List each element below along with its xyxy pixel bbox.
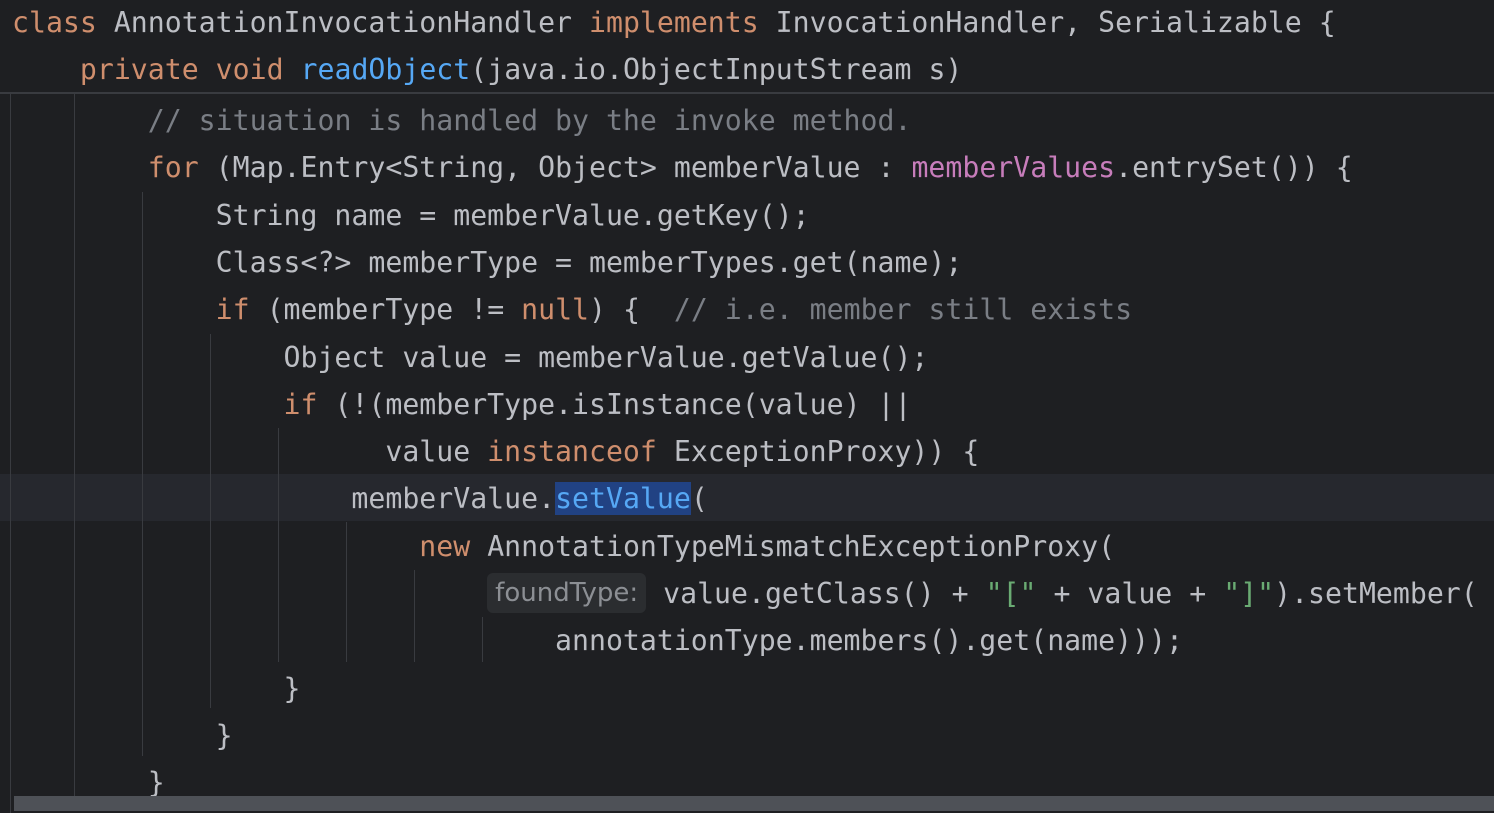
code-line[interactable]: class AnnotationInvocationHandler implem… xyxy=(12,0,1336,46)
code-token: String name = memberValue.getKey(); xyxy=(12,198,810,232)
code-comment: // situation is handled by the invoke me… xyxy=(147,104,912,137)
code-token: InvocationHandler, Serializable { xyxy=(758,6,1336,39)
code-token: } xyxy=(12,718,233,752)
code-token: Class<?> memberType = memberTypes.get(na… xyxy=(12,245,963,279)
code-token: } xyxy=(12,766,165,800)
code-token: value.getClass() + xyxy=(646,577,986,610)
code-line[interactable]: } xyxy=(12,665,301,712)
code-token: memberValue. xyxy=(12,482,556,516)
code-token: ( xyxy=(690,482,708,516)
gutter-separator xyxy=(10,93,11,813)
code-line[interactable]: // situation is handled by the invoke me… xyxy=(12,97,912,144)
code-keyword: implements xyxy=(589,6,759,39)
code-line[interactable]: Class<?> memberType = memberTypes.get(na… xyxy=(12,239,963,286)
horizontal-scrollbar[interactable] xyxy=(14,796,1494,811)
sticky-scroll-header[interactable]: class AnnotationInvocationHandler implem… xyxy=(0,0,1494,94)
code-keyword: for xyxy=(147,151,199,185)
code-keyword: null xyxy=(521,293,590,327)
code-keyword: private xyxy=(79,53,199,86)
code-token: (java.io.ObjectInputStream s) xyxy=(470,53,963,86)
code-token: AnnotationTypeMismatchExceptionProxy( xyxy=(470,529,1116,563)
code-keyword: class xyxy=(12,6,97,39)
code-token: .entrySet()) { xyxy=(1115,151,1353,185)
code-token: readObject xyxy=(300,53,471,86)
code-comment: // i.e. member still exists xyxy=(673,293,1133,327)
code-token: (Map.Entry<String, Object> memberValue : xyxy=(198,151,912,185)
code-line[interactable]: } xyxy=(12,712,233,759)
code-token: AnnotationInvocationHandler xyxy=(96,6,589,39)
selected-text: setValue xyxy=(555,482,691,516)
code-token: annotationType.members().get(name))); xyxy=(12,624,1183,658)
code-line[interactable]: private void readObject(java.io.ObjectIn… xyxy=(12,46,963,93)
code-line[interactable]: memberValue.setValue( xyxy=(12,475,708,522)
code-line[interactable]: annotationType.members().get(name))); xyxy=(12,617,1183,664)
code-token: Object value = memberValue.getValue(); xyxy=(12,340,929,374)
code-line[interactable]: for (Map.Entry<String, Object> memberVal… xyxy=(12,144,1353,191)
code-line[interactable]: String name = memberValue.getKey(); xyxy=(12,192,810,239)
code-line[interactable]: if (memberType != null) { // i.e. member… xyxy=(12,286,1132,333)
code-token: "]" xyxy=(1223,577,1275,610)
code-token: ).setMember( xyxy=(1274,577,1478,610)
code-keyword: instanceof xyxy=(487,435,657,469)
code-token: + value + xyxy=(1036,577,1224,610)
code-token: } xyxy=(12,671,301,705)
parameter-hint: foundType: xyxy=(487,573,647,613)
code-token: (memberType != xyxy=(249,293,522,327)
code-line[interactable]: foundType: value.getClass() + "[" + valu… xyxy=(12,570,1478,617)
code-keyword: new xyxy=(419,529,471,563)
code-keyword: if xyxy=(215,293,250,327)
code-line[interactable]: Object value = memberValue.getValue(); xyxy=(12,334,929,381)
code-token: ExceptionProxy)) { xyxy=(656,435,980,469)
code-line[interactable]: new AnnotationTypeMismatchExceptionProxy… xyxy=(12,523,1115,570)
code-token: memberValues xyxy=(911,151,1116,185)
code-line[interactable]: if (!(memberType.isInstance(value) || xyxy=(12,381,912,428)
code-token: value xyxy=(12,435,488,469)
code-token: ) { xyxy=(589,293,674,327)
code-line[interactable]: value instanceof ExceptionProxy)) { xyxy=(12,428,979,475)
code-token: (!(memberType.isInstance(value) || xyxy=(317,387,912,421)
code-keyword: void xyxy=(215,53,284,86)
code-keyword: if xyxy=(283,387,318,421)
code-token: "[" xyxy=(985,577,1037,610)
